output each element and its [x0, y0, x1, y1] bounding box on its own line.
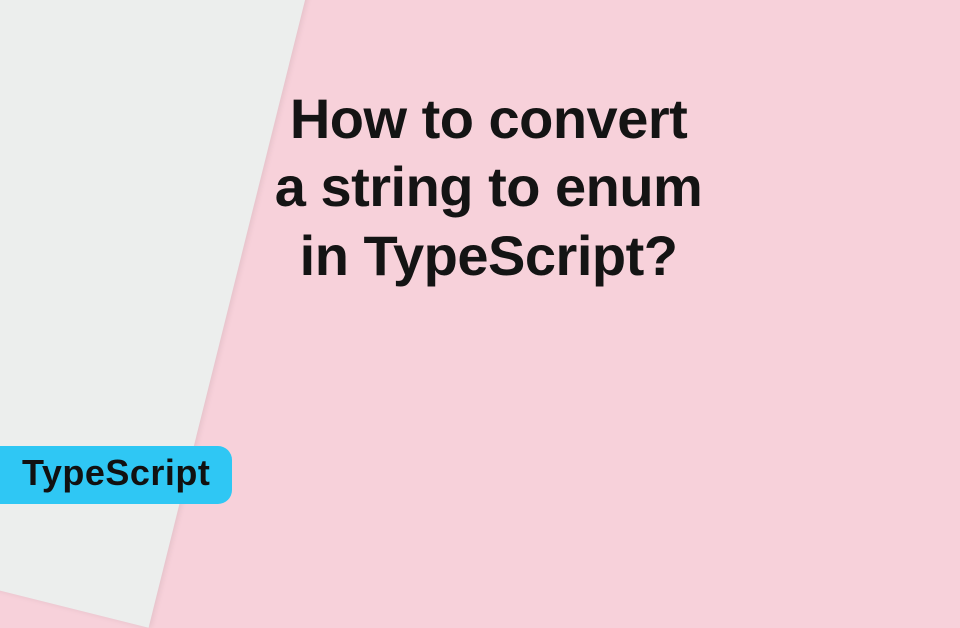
- title-line-2: a string to enum: [275, 153, 703, 221]
- badge-label: TypeScript: [22, 452, 210, 493]
- page-title: How to convert a string to enum in TypeS…: [275, 85, 703, 290]
- typescript-badge: TypeScript: [0, 446, 232, 504]
- title-line-1: How to convert: [275, 85, 703, 153]
- title-line-3: in TypeScript?: [275, 222, 703, 290]
